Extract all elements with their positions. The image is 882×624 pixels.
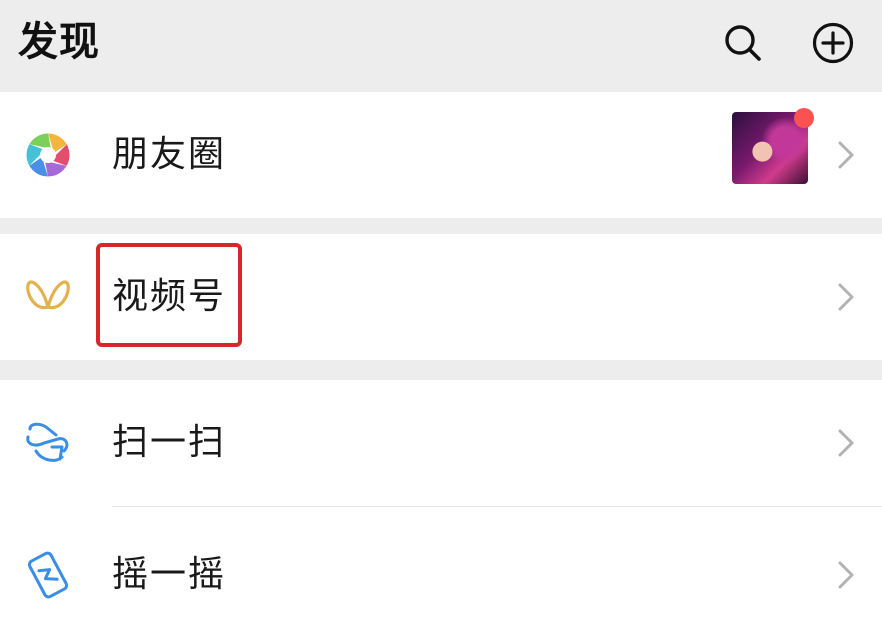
moments-row[interactable]: 朋友圈 — [0, 92, 882, 218]
tools-section: 扫一扫 摇一摇 — [0, 380, 882, 624]
moments-aperture-icon — [22, 129, 74, 181]
moments-section: 朋友圈 — [0, 92, 882, 218]
channels-butterfly-icon — [22, 271, 74, 323]
add-circle-icon — [812, 22, 854, 64]
scan-row[interactable]: 扫一扫 — [0, 380, 882, 506]
top-bar: 发现 — [0, 0, 882, 86]
shake-icon — [22, 549, 74, 601]
add-button[interactable] — [806, 16, 860, 70]
search-button[interactable] — [716, 16, 770, 70]
chevron-right-icon — [830, 427, 862, 459]
chevron-right-icon — [830, 139, 862, 171]
new-moments-badge — [794, 108, 814, 128]
search-icon — [725, 25, 761, 61]
chevron-right-icon — [830, 559, 862, 591]
moments-label: 朋友圈 — [112, 134, 227, 175]
chevron-right-icon — [830, 281, 862, 313]
shake-label: 摇一摇 — [112, 554, 227, 595]
channels-highlight-box — [96, 243, 242, 347]
scan-label: 扫一扫 — [112, 422, 227, 463]
page-title: 发现 — [18, 19, 100, 65]
scan-icon — [22, 417, 74, 469]
shake-row[interactable]: 摇一摇 — [0, 507, 882, 624]
